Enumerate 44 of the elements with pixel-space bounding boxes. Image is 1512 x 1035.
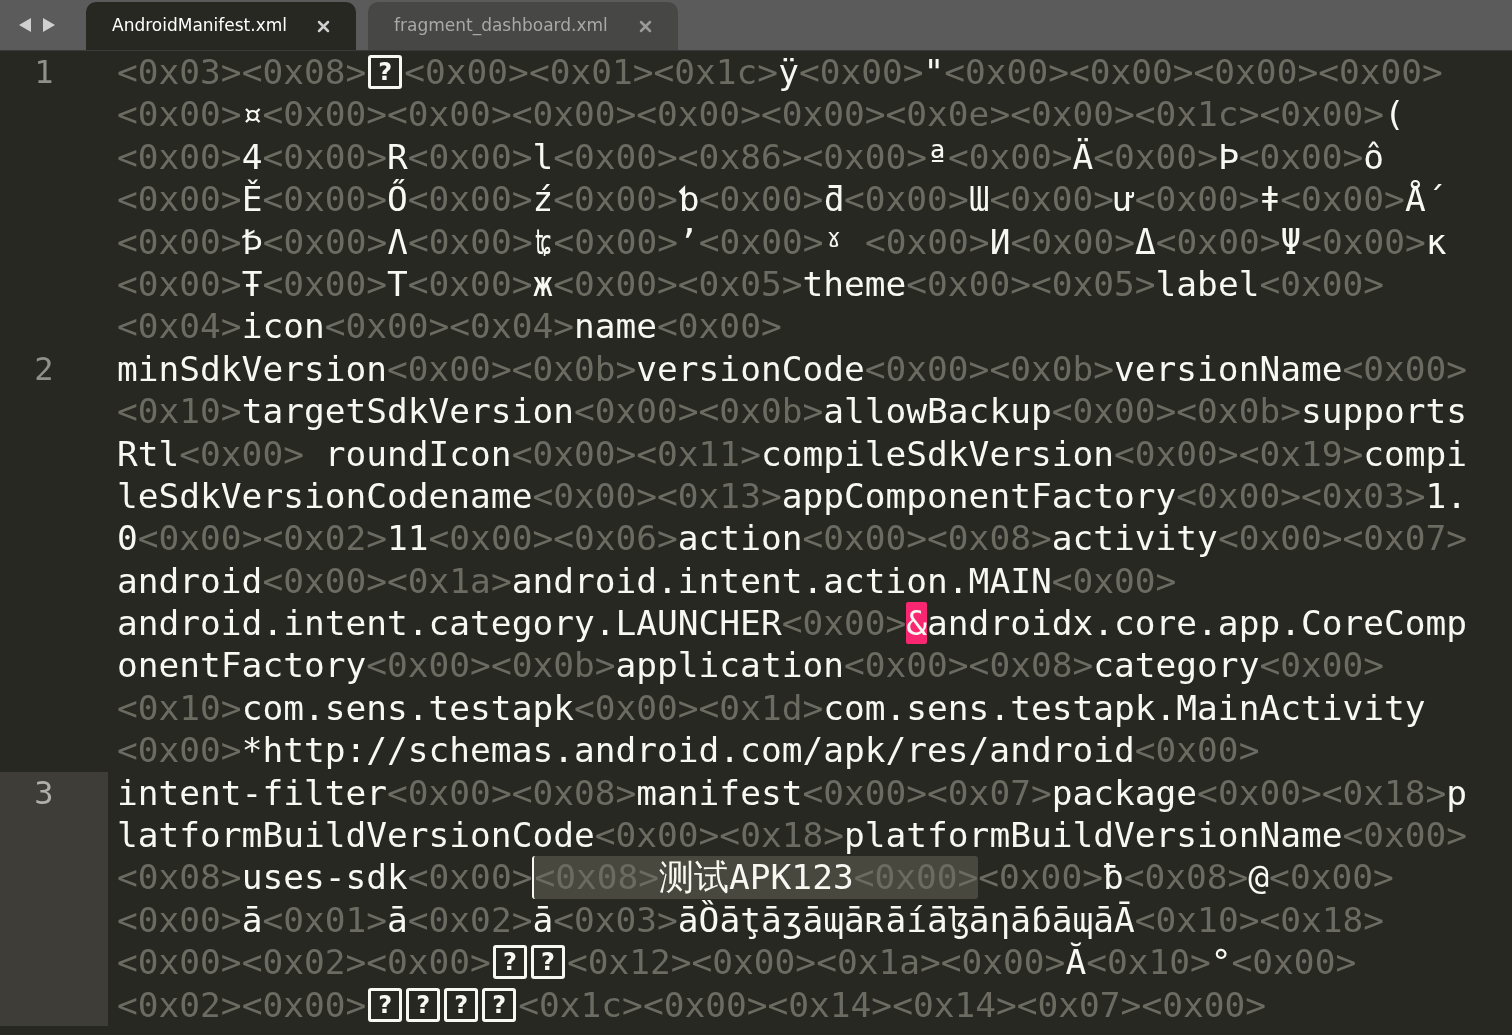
code-text: minSdkVersion<0x00><0x0b>versionCode<0x00><0x0b>versionName<0x00> (117, 347, 1469, 391)
code-text: <0x00>ƀ<0x08>@<0x00> (978, 856, 1395, 899)
line-number: 2 (34, 348, 55, 390)
code-text: <0x00>*http://schemas.android.com/apk/res/android<0x00> (117, 729, 1261, 772)
code-text: <0x10>targetSdkVersion<0x00><0x0b>allowBackup<0x00><0x0b>supports (117, 390, 1469, 433)
unknown-char-glyph: ? (492, 945, 527, 980)
unknown-char-glyph: ? (444, 987, 479, 1022)
code-text: <0x00>¤<0x00><0x00><0x00><0x00><0x00><0x0e><0x00><0x1c><0x00>( (117, 93, 1406, 136)
code-text: Rtl<0x00> roundIcon<0x00><0x11>compileSdkVersion<0x00><0x19>compi (117, 432, 1469, 475)
line-number: 1 (34, 52, 55, 93)
code-text: <0x02><0x00> (117, 983, 367, 1026)
code-text: android<0x00><0x1a>android.intent.action.MAIN<0x00> (117, 559, 1178, 603)
code-text: <0x00>ā<0x01>ā<0x02>ā<0x03>āȌāţāʒāɰāʀāíāɮāηāɓāɰāĀ<0x10><0x18> (117, 898, 1386, 942)
code-text: <0x1c><0x00><0x14><0x14><0x07><0x00> (518, 983, 1267, 1026)
unknown-char-glyph: ? (368, 55, 403, 90)
code-text: intent-filter<0x00><0x08>manifest<0x00><0x07>package<0x00><0x18>p (117, 771, 1469, 815)
forward-arrow-icon[interactable] (42, 17, 56, 33)
code-text: <0x12><0x00><0x1a><0x00>Ă<0x10>°<0x00> (566, 941, 1358, 984)
code-text: <0x00>4<0x00>R<0x00>l<0x00><0x86><0x00>ª<0x00>Ä<0x00>Þ<0x00>ô (117, 135, 1386, 179)
code-text: <0x00>Ŧ<0x00>T<0x00>ж<0x00><0x05>theme<0x00><0x05>label<0x00> (117, 262, 1386, 306)
code-text: <0x00>Ꝥ<0x00>Ʌ<0x00>ʨ<0x00>’<0x00>ˠ <0x00>И<0x00>Δ<0x00>Ψ<0x00>κ (117, 220, 1448, 263)
code-text: leSdkVersionCodename<0x00><0x13>appComponentFactory<0x00><0x03>1. (117, 474, 1469, 518)
close-icon[interactable] (317, 19, 330, 33)
unknown-char-glyph: ? (406, 987, 441, 1022)
code-text: latformBuildVersionCode<0x00><0x18>platformBuildVersionName<0x00> (117, 814, 1469, 857)
code-text: 0<0x00><0x02>11<0x00><0x06>action<0x00><0x08>activity<0x00><0x07> (117, 517, 1469, 560)
file-tab[interactable]: fragment_dashboard.xml (368, 2, 678, 50)
back-arrow-icon[interactable] (18, 17, 32, 33)
code-text: <0x00><0x01><0x1c>ÿ<0x00>"<0x00><0x00><0x00><0x00> (404, 51, 1444, 94)
code-text: <0x10>com.sens.testapk<0x00><0x1d>com.sens.testapk.MainActivity (117, 686, 1427, 730)
unknown-char-glyph: ? (530, 945, 565, 980)
file-tab[interactable]: AndroidManifest.xml (86, 2, 356, 50)
code-text: <0x00><0x02><0x00> (117, 941, 491, 984)
code-text: onentFactory<0x00><0x0b>application<0x00><0x08>category<0x00> (117, 644, 1386, 687)
code-text: androidx.core.app.CoreComp (927, 602, 1469, 645)
code-text: android.intent.category.LAUNCHER<0x00> (117, 602, 907, 645)
code-text: <0x08>uses-sdk<0x00> (117, 856, 533, 899)
line-number: 3 (34, 772, 55, 814)
code-text: <0x04>icon<0x00><0x04>name<0x00> (117, 305, 783, 348)
code-text: <0x03><0x08> (117, 51, 367, 94)
unknown-char-glyph: ? (368, 987, 403, 1022)
code-text: <0x00>Ě<0x00>Ő<0x00>ź<0x00>ƅ<0x00>ƌ<0x00>Ɯ<0x00>ư<0x00>ǂ<0x00>Ǻ (117, 178, 1440, 221)
invalid-char-highlight: & (906, 602, 928, 645)
unknown-char-glyph: ? (482, 987, 517, 1022)
